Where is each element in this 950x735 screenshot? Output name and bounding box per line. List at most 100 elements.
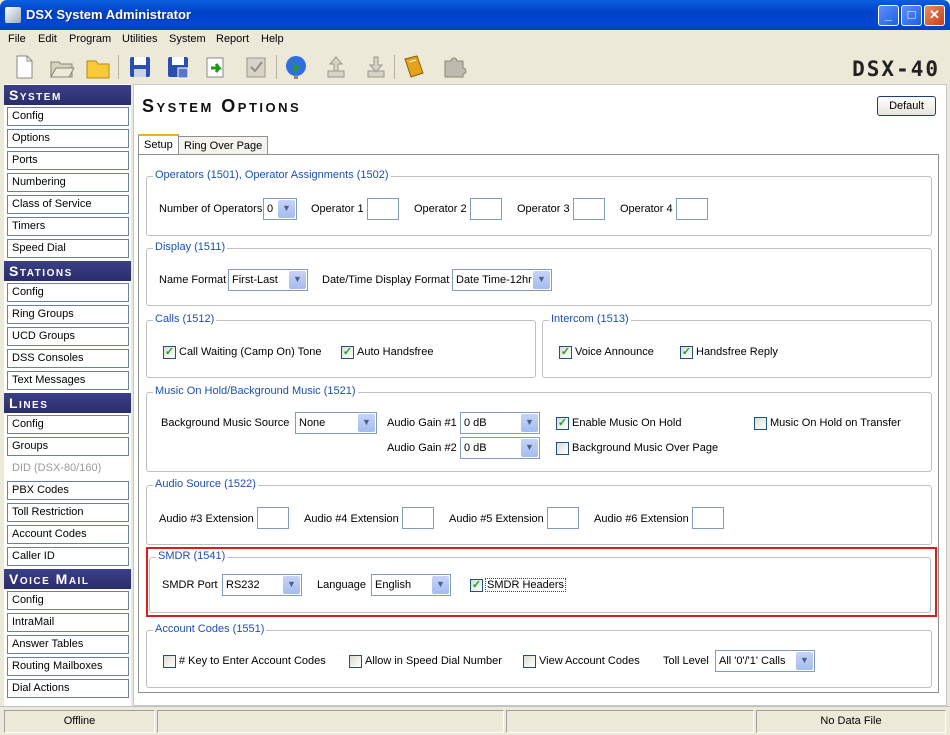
- bg-music-source-select[interactable]: None ▼: [295, 412, 377, 434]
- save-icon[interactable]: [126, 53, 154, 81]
- moh-on-transfer-checkbox[interactable]: [754, 417, 767, 430]
- operator-1-input[interactable]: [367, 198, 399, 220]
- language-select[interactable]: English ▼: [371, 574, 451, 596]
- sidebar-item-ring-groups[interactable]: Ring Groups: [7, 305, 129, 324]
- language-label: Language: [317, 579, 366, 591]
- toll-level-select[interactable]: All '0'/'1' Calls ▼: [715, 650, 815, 672]
- intercom-group: Intercom (1513) ✓ Voice Announce ✓ Hands…: [542, 313, 932, 378]
- audio-5-extension-label: Audio #5 Extension: [449, 513, 544, 525]
- sidebar-item-speed-dial[interactable]: Speed Dial: [7, 239, 129, 258]
- audio-3-extension-input[interactable]: [257, 507, 289, 529]
- sidebar-item-class-of-service[interactable]: Class of Service: [7, 195, 129, 214]
- sidebar-item-dial-actions[interactable]: Dial Actions: [7, 679, 129, 698]
- menu-edit[interactable]: Edit: [38, 33, 57, 45]
- chevron-down-icon: ▼: [432, 576, 449, 594]
- voice-announce-label: Voice Announce: [575, 346, 654, 358]
- title-bar[interactable]: DSX System Administrator _ □ ✕: [0, 0, 950, 30]
- operator-2-input[interactable]: [470, 198, 502, 220]
- call-waiting-checkbox[interactable]: ✓: [163, 346, 176, 359]
- handsfree-reply-checkbox[interactable]: ✓: [680, 346, 693, 359]
- audio-5-extension-input[interactable]: [547, 507, 579, 529]
- audio-gain-1-select[interactable]: 0 dB ▼: [460, 412, 540, 434]
- open-folder-icon[interactable]: [48, 53, 76, 81]
- chevron-down-icon: ▼: [796, 652, 813, 670]
- status-connection: Offline: [4, 710, 155, 733]
- datetime-format-label: Date/Time Display Format: [322, 274, 450, 286]
- minimize-button[interactable]: _: [878, 5, 899, 26]
- status-bar: Offline No Data File: [0, 706, 950, 735]
- menu-help[interactable]: Help: [261, 33, 284, 45]
- sidebar-item-vm-config[interactable]: Config: [7, 591, 129, 610]
- audio-4-extension-input[interactable]: [402, 507, 434, 529]
- sidebar-item-answer-tables[interactable]: Answer Tables: [7, 635, 129, 654]
- sidebar-item-stations-config[interactable]: Config: [7, 283, 129, 302]
- bg-music-source-label: Background Music Source: [161, 417, 290, 429]
- key-to-enter-label: # Key to Enter Account Codes: [179, 655, 326, 667]
- checklist-icon[interactable]: [242, 53, 270, 81]
- folder-icon[interactable]: [84, 53, 112, 81]
- menu-program[interactable]: Program: [69, 33, 111, 45]
- new-file-icon[interactable]: [10, 53, 38, 81]
- close-button[interactable]: ✕: [924, 5, 945, 26]
- enable-moh-checkbox[interactable]: ✓: [556, 417, 569, 430]
- view-account-codes-label: View Account Codes: [539, 655, 640, 667]
- sidebar-item-groups[interactable]: Groups: [7, 437, 129, 456]
- sidebar-item-text-messages[interactable]: Text Messages: [7, 371, 129, 390]
- menu-system[interactable]: System: [169, 33, 206, 45]
- upload-icon[interactable]: [322, 53, 350, 81]
- save-as-icon[interactable]: [164, 53, 192, 81]
- operator-4-input[interactable]: [676, 198, 708, 220]
- key-to-enter-checkbox[interactable]: [163, 655, 176, 668]
- sidebar-item-ucd-groups[interactable]: UCD Groups: [7, 327, 129, 346]
- sidebar-item-ports[interactable]: Ports: [7, 151, 129, 170]
- operator-3-input[interactable]: [573, 198, 605, 220]
- tab-ring-over-page[interactable]: Ring Over Page: [178, 136, 269, 156]
- globe-icon[interactable]: [282, 53, 310, 81]
- audio-6-extension-input[interactable]: [692, 507, 724, 529]
- audio-gain-2-select[interactable]: 0 dB ▼: [460, 437, 540, 459]
- sidebar-item-routing-mailboxes[interactable]: Routing Mailboxes: [7, 657, 129, 676]
- view-account-codes-checkbox[interactable]: [523, 655, 536, 668]
- name-format-select[interactable]: First-Last ▼: [228, 269, 308, 291]
- sidebar-item-dss-consoles[interactable]: DSS Consoles: [7, 349, 129, 368]
- audio-source-group-title: Audio Source (1522): [153, 478, 258, 490]
- number-of-operators-select[interactable]: 0 ▼: [263, 198, 297, 220]
- chevron-down-icon: ▼: [521, 414, 538, 432]
- audio-source-group: Audio Source (1522) Audio #3 Extension A…: [146, 478, 932, 545]
- menu-file[interactable]: File: [8, 33, 26, 45]
- smdr-headers-label: SMDR Headers: [485, 578, 567, 592]
- section-voice-mail: Voice Mail: [4, 569, 131, 589]
- bg-music-over-page-checkbox[interactable]: [556, 442, 569, 455]
- datetime-format-select[interactable]: Date Time-12hr ▼: [452, 269, 552, 291]
- sidebar-item-toll-restriction[interactable]: Toll Restriction: [7, 503, 129, 522]
- enable-moh-label: Enable Music On Hold: [572, 417, 682, 429]
- default-button[interactable]: Default: [877, 96, 936, 116]
- menu-report[interactable]: Report: [216, 33, 249, 45]
- maximize-button[interactable]: □: [901, 5, 922, 26]
- sidebar-item-pbx-codes[interactable]: PBX Codes: [7, 481, 129, 500]
- music-group: Music On Hold/Background Music (1521) Ba…: [146, 385, 932, 472]
- sidebar-item-system-config[interactable]: Config: [7, 107, 129, 126]
- sidebar-item-account-codes[interactable]: Account Codes: [7, 525, 129, 544]
- book-icon[interactable]: [400, 53, 428, 81]
- voice-announce-checkbox[interactable]: ✓: [559, 346, 572, 359]
- sidebar-item-numbering[interactable]: Numbering: [7, 173, 129, 192]
- sidebar-item-caller-id[interactable]: Caller ID: [7, 547, 129, 566]
- puzzle-icon[interactable]: [440, 53, 468, 81]
- sidebar-item-options[interactable]: Options: [7, 129, 129, 148]
- tab-setup[interactable]: Setup: [138, 134, 179, 156]
- speed-dial-checkbox[interactable]: [349, 655, 362, 668]
- operator-2-label: Operator 2: [414, 203, 467, 215]
- download-icon[interactable]: [362, 53, 390, 81]
- export-icon[interactable]: [202, 53, 230, 81]
- operators-group: Operators (1501), Operator Assignments (…: [146, 169, 932, 236]
- sidebar-item-lines-config[interactable]: Config: [7, 415, 129, 434]
- sidebar-item-timers[interactable]: Timers: [7, 217, 129, 236]
- menu-utilities[interactable]: Utilities: [122, 33, 157, 45]
- smdr-port-select[interactable]: RS232 ▼: [222, 574, 302, 596]
- window-title: DSX System Administrator: [26, 7, 191, 22]
- sidebar-item-intramail[interactable]: IntraMail: [7, 613, 129, 632]
- auto-handsfree-checkbox[interactable]: ✓: [341, 346, 354, 359]
- toolbar: DSX-40: [0, 50, 950, 84]
- smdr-headers-checkbox[interactable]: ✓: [470, 579, 483, 592]
